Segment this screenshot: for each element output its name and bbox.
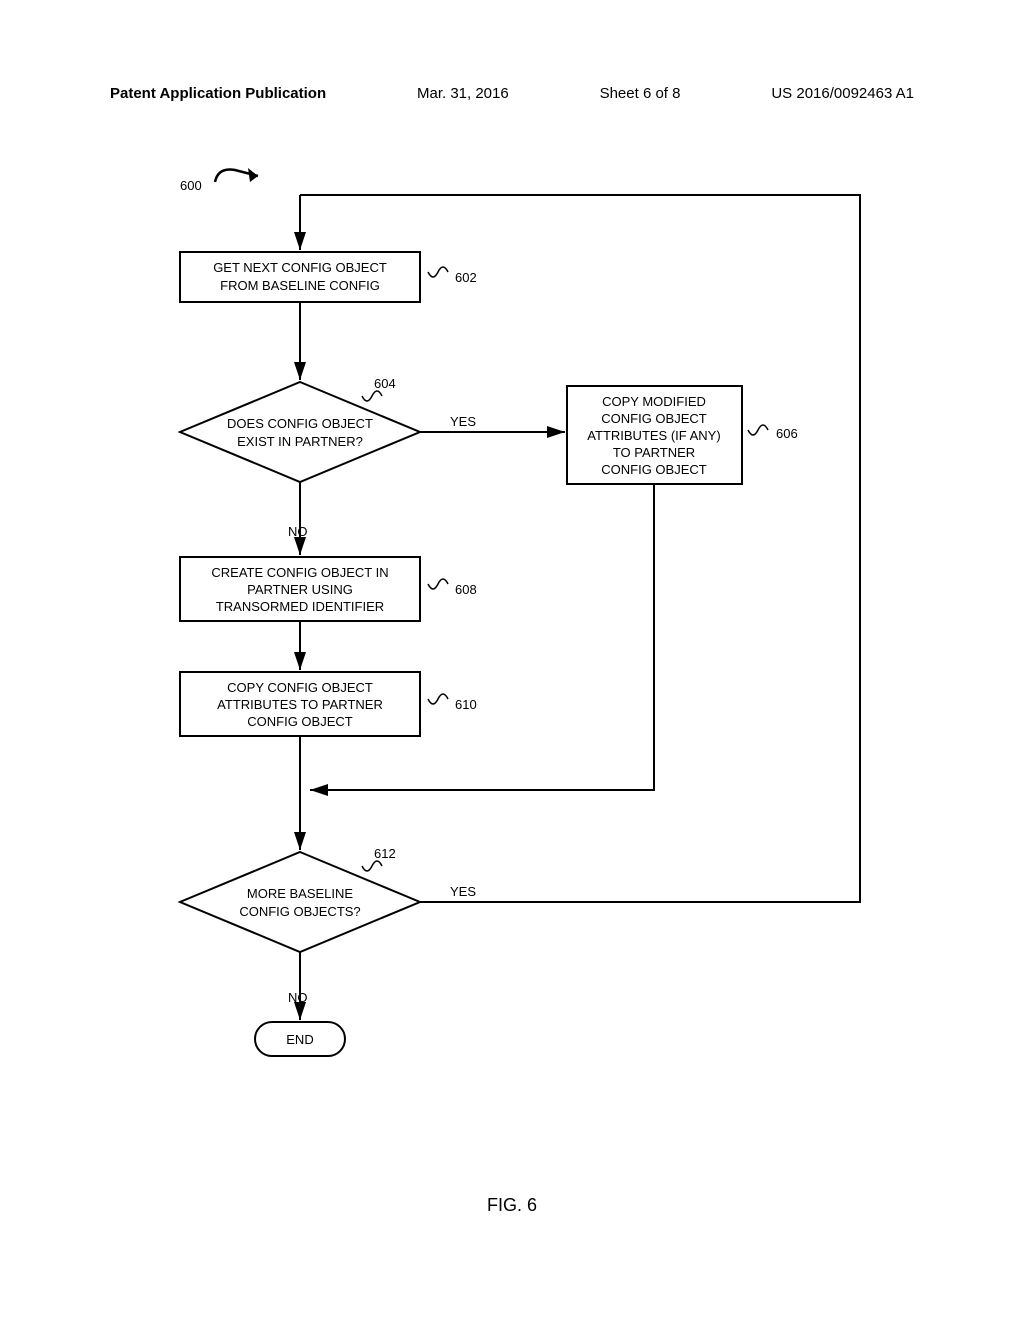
node-606-line5: CONFIG OBJECT (601, 462, 707, 477)
node-end: END (255, 1022, 345, 1056)
node-end-text: END (286, 1032, 313, 1047)
node-604-line1: DOES CONFIG OBJECT (227, 416, 373, 431)
ref-606: 606 (776, 426, 798, 441)
ref-600: 600 (180, 178, 202, 193)
node-612-line1: MORE BASELINE (247, 886, 354, 901)
node-606-line3: ATTRIBUTES (IF ANY) (587, 428, 720, 443)
edge-604-606: YES (420, 414, 565, 432)
diagram-ref-600: 600 (180, 168, 258, 193)
figure-label: FIG. 6 (0, 1195, 1024, 1216)
label-no-612: NO (288, 990, 308, 1005)
label-no-604: NO (288, 524, 308, 539)
node-606-line1: COPY MODIFIED (602, 394, 706, 409)
node-606: COPY MODIFIED CONFIG OBJECT ATTRIBUTES (… (567, 386, 798, 484)
edge-606-join (310, 484, 654, 790)
node-608-line1: CREATE CONFIG OBJECT IN (211, 565, 388, 580)
node-608-line3: TRANSORMED IDENTIFIER (216, 599, 384, 614)
edge-604-608: NO (288, 482, 308, 555)
node-606-line4: TO PARTNER (613, 445, 695, 460)
edge-612-end: NO (288, 952, 308, 1020)
node-612-line2: CONFIG OBJECTS? (239, 904, 360, 919)
node-604-line2: EXIST IN PARTNER? (237, 434, 363, 449)
node-610-line3: CONFIG OBJECT (247, 714, 353, 729)
node-602: GET NEXT CONFIG OBJECT FROM BASELINE CON… (180, 252, 477, 302)
node-602-line2: FROM BASELINE CONFIG (220, 278, 380, 293)
ref-602: 602 (455, 270, 477, 285)
label-yes-604: YES (450, 414, 476, 429)
node-610-line1: COPY CONFIG OBJECT (227, 680, 373, 695)
node-602-line1: GET NEXT CONFIG OBJECT (213, 260, 387, 275)
flowchart-diagram: 600 GET NEXT CONFIG OBJECT FROM BASELINE… (0, 0, 1024, 1320)
node-606-line2: CONFIG OBJECT (601, 411, 707, 426)
node-608-line2: PARTNER USING (247, 582, 353, 597)
ref-610: 610 (455, 697, 477, 712)
node-610: COPY CONFIG OBJECT ATTRIBUTES TO PARTNER… (180, 672, 477, 736)
node-608: CREATE CONFIG OBJECT IN PARTNER USING TR… (180, 557, 477, 621)
node-610-line2: ATTRIBUTES TO PARTNER (217, 697, 383, 712)
label-yes-612: YES (450, 884, 476, 899)
node-604: DOES CONFIG OBJECT EXIST IN PARTNER? 604 (180, 376, 420, 482)
ref-612: 612 (374, 846, 396, 861)
ref-608: 608 (455, 582, 477, 597)
node-612: MORE BASELINE CONFIG OBJECTS? 612 (180, 846, 420, 952)
ref-604: 604 (374, 376, 396, 391)
